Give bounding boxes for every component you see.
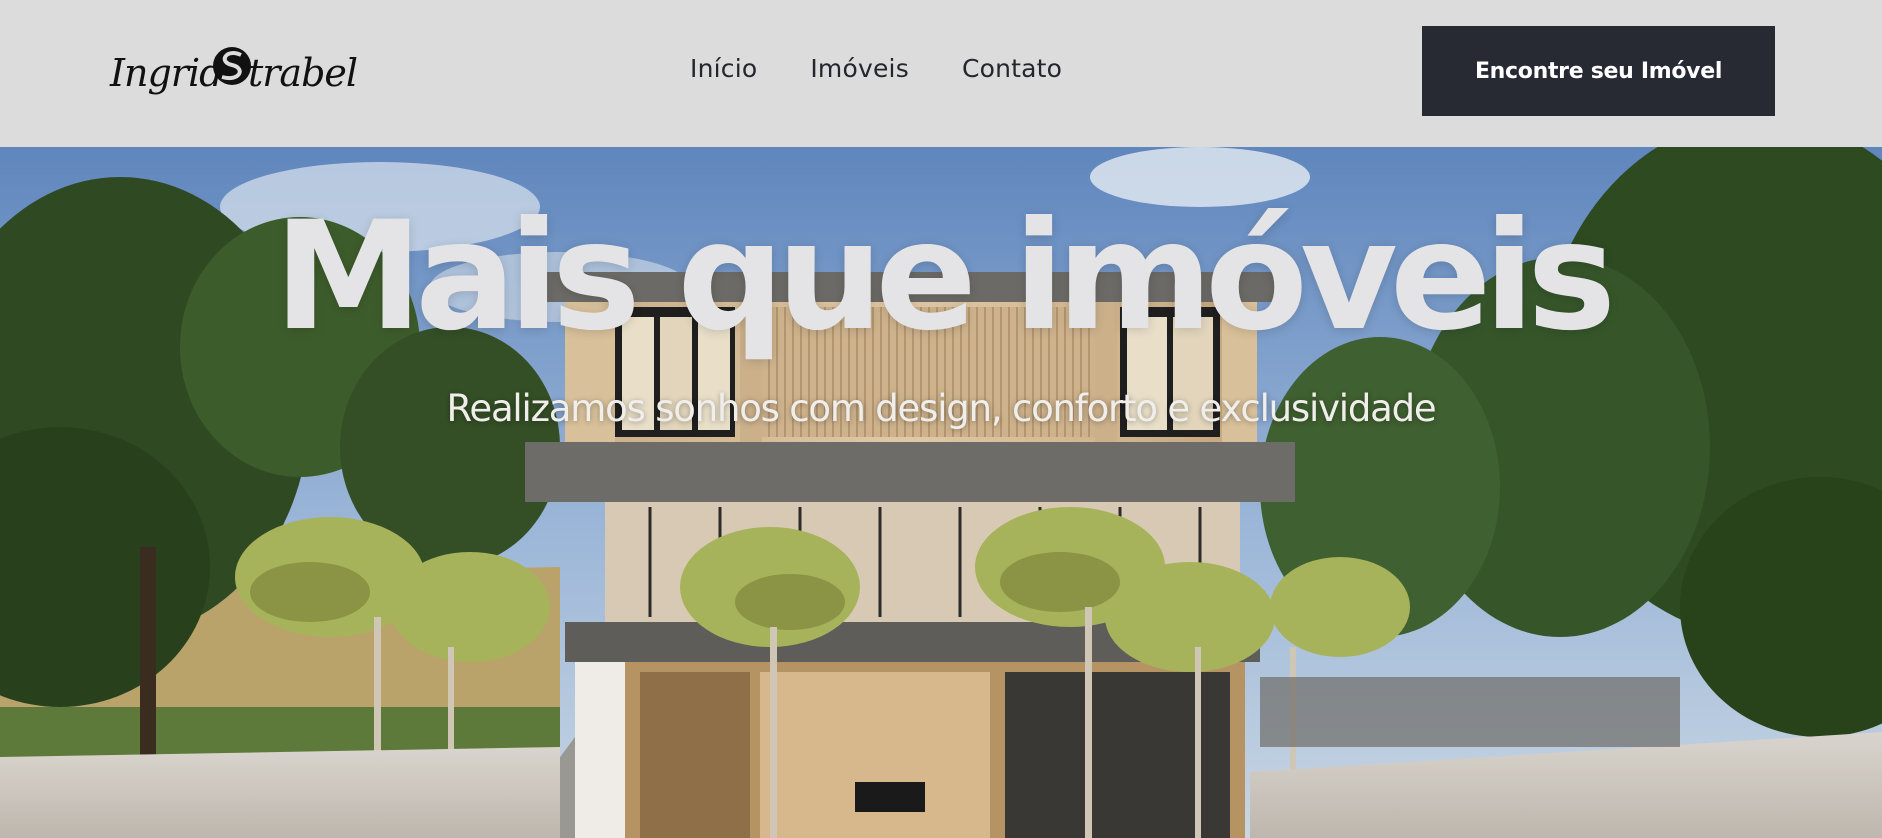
svg-text:trabello: trabello	[248, 51, 358, 95]
nav-item-contato[interactable]: Contato	[962, 54, 1062, 83]
hero-subtitle: Realizamos sonhos com design, conforto e…	[446, 387, 1437, 430]
main-nav: Início Imóveis Contato	[690, 54, 1062, 83]
svg-text:Ingrid: Ingrid	[109, 51, 222, 95]
brand-logo-script: Ingrid trabello	[109, 47, 391, 95]
find-property-button[interactable]: Encontre seu Imóvel	[1422, 26, 1775, 116]
brand-logo[interactable]: Ingrid trabello	[108, 34, 391, 106]
hero-title: Mais que imóveis	[273, 190, 1617, 364]
nav-item-imoveis[interactable]: Imóveis	[810, 54, 909, 83]
hero-section: Mais que imóveis Realizamos sonhos com d…	[0, 147, 1882, 838]
nav-item-inicio[interactable]: Início	[690, 54, 757, 83]
site-header: Ingrid trabello Início Imóveis Contato E…	[0, 0, 1882, 147]
